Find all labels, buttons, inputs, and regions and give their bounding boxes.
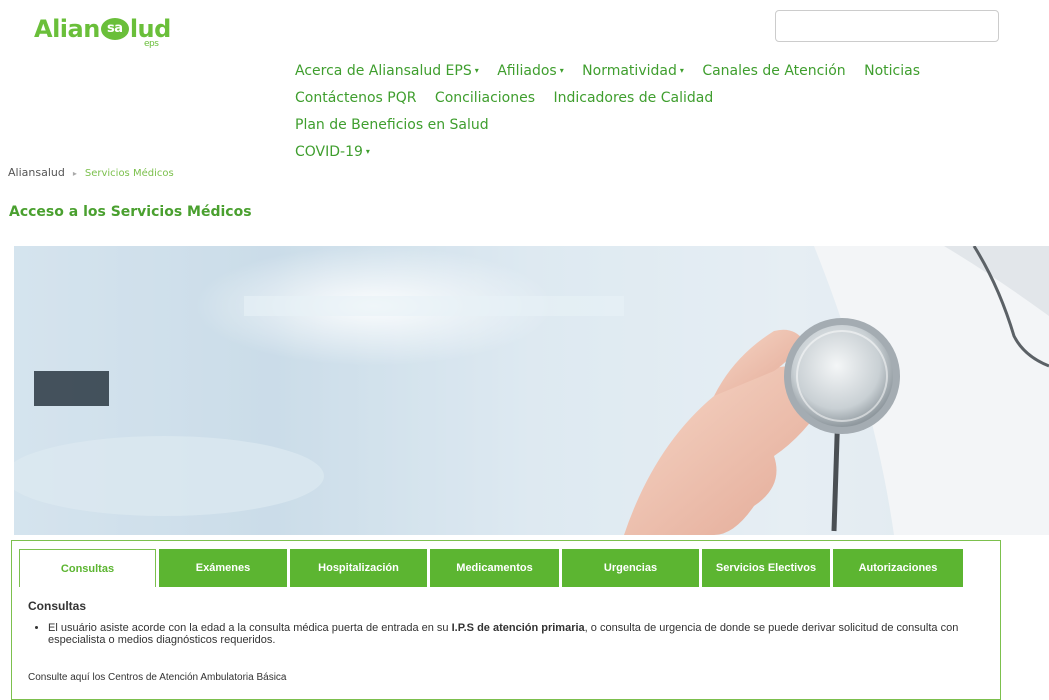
- tab-urgencias[interactable]: Urgencias: [562, 549, 699, 587]
- nav-label: Normatividad: [582, 63, 677, 79]
- nav-item-conciliaciones[interactable]: Conciliaciones: [435, 90, 535, 106]
- nav-label: Indicadores de Calidad: [553, 90, 714, 106]
- stethoscope-illustration: [14, 246, 1049, 535]
- content-heading: Consultas: [28, 599, 87, 613]
- nav-item-covid[interactable]: COVID-19 ▾: [295, 144, 370, 160]
- breadcrumb-home[interactable]: Aliansalud: [8, 166, 65, 179]
- list-item: El usuário asiste acorde con la edad a l…: [48, 622, 988, 646]
- nav-label: Acerca de Aliansalud EPS: [295, 63, 472, 79]
- nav-item-noticias[interactable]: Noticias: [864, 63, 920, 79]
- nav-label: Plan de Beneficios en Salud: [295, 117, 489, 133]
- tab-bar: Consultas Exámenes Hospitalización Medic…: [19, 549, 966, 587]
- centros-link[interactable]: Consulte aquí los Centros de Atención Am…: [28, 672, 988, 683]
- logo-text-a: Alian: [34, 15, 100, 43]
- aliansalud-logo[interactable]: Alian sa lud eps: [34, 12, 171, 49]
- content-list: El usuário asiste acorde con la edad a l…: [28, 622, 988, 646]
- caret-down-icon: ▾: [365, 147, 370, 156]
- logo-eps-sub: eps: [144, 39, 159, 49]
- nav-item-canales[interactable]: Canales de Atención: [702, 63, 845, 79]
- tab-autorizaciones[interactable]: Autorizaciones: [833, 549, 963, 587]
- tab-examenes[interactable]: Exámenes: [159, 549, 287, 587]
- breadcrumb: Aliansalud ▸ Servicios Médicos: [8, 166, 174, 179]
- nav-label: Noticias: [864, 63, 920, 79]
- main-navigation: Acerca de Aliansalud EPS ▾ Afiliados ▾ Nor…: [295, 58, 935, 166]
- caret-down-icon: ▾: [679, 66, 684, 75]
- bullet-text: El usuário asiste acorde con la edad a l…: [48, 622, 452, 634]
- nav-item-indicadores[interactable]: Indicadores de Calidad: [553, 90, 713, 106]
- nav-label: COVID-19: [295, 144, 363, 160]
- logo-sa-blob: sa: [100, 18, 129, 40]
- tab-medicamentos[interactable]: Medicamentos: [430, 549, 559, 587]
- nav-item-normatividad[interactable]: Normatividad ▾: [582, 63, 684, 79]
- search-input[interactable]: [775, 10, 999, 42]
- breadcrumb-separator-icon: ▸: [72, 169, 77, 178]
- tab-content: Consultas El usuário asiste acorde con l…: [28, 599, 988, 683]
- hero-image: [14, 246, 1049, 535]
- bullet-bold-text: I.P.S de atención primaria: [451, 622, 585, 634]
- tab-servicios-electivos[interactable]: Servicios Electivos: [702, 549, 830, 587]
- breadcrumb-current: Servicios Médicos: [84, 168, 174, 179]
- page-title: Acceso a los Servicios Médicos: [9, 204, 252, 220]
- tab-hospitalizacion[interactable]: Hospitalización: [290, 549, 427, 587]
- caret-down-icon: ▾: [474, 66, 479, 75]
- tab-consultas[interactable]: Consultas: [19, 549, 156, 587]
- nav-item-afiliados[interactable]: Afiliados ▾: [497, 63, 564, 79]
- caret-down-icon: ▾: [559, 66, 564, 75]
- nav-item-acerca[interactable]: Acerca de Aliansalud EPS ▾: [295, 63, 479, 79]
- nav-item-plan-beneficios[interactable]: Plan de Beneficios en Salud: [295, 117, 489, 133]
- nav-label: Contáctenos PQR: [295, 90, 417, 106]
- nav-label: Afiliados: [497, 63, 557, 79]
- nav-label: Canales de Atención: [702, 63, 846, 79]
- nav-item-contactenos[interactable]: Contáctenos PQR: [295, 90, 416, 106]
- nav-label: Conciliaciones: [434, 90, 536, 106]
- services-tabs-panel: Consultas Exámenes Hospitalización Medic…: [11, 540, 1001, 700]
